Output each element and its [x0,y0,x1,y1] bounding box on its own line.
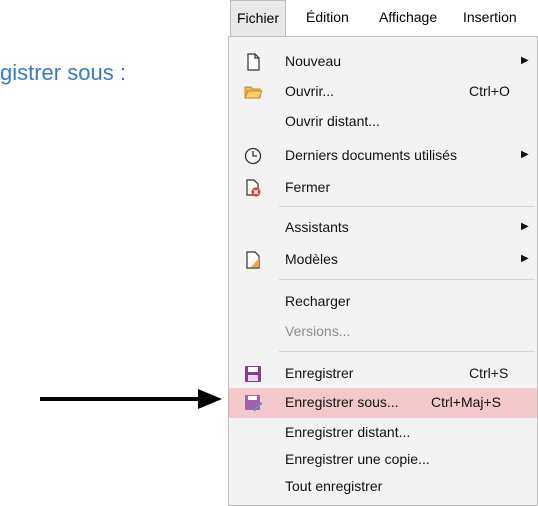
menu-item-label: Ouvrir... [285,83,335,99]
menu-item-label: Enregistrer sous... [285,394,399,410]
menu-item-label: Tout enregistrer [285,478,383,494]
submenu-arrow-icon: ▶ [521,221,529,232]
menu-item-label: Derniers documents utilisés [285,147,457,163]
menu-item-label: Recharger [285,293,351,309]
menu-item-shortcut: Ctrl+S [469,365,509,381]
menu-item-ouvrir[interactable]: Ouvrir... Ctrl+O [229,77,537,107]
menubar-affichage-label: Affichage [379,9,438,25]
menubar-affichage[interactable]: Affichage [373,0,443,35]
menu-item-derniers-documents[interactable]: Derniers documents utilisés ▶ [229,141,537,171]
menu-item-label: Enregistrer distant... [285,424,411,440]
template-icon [246,251,260,269]
menu-item-assistants[interactable]: Assistants ▶ [229,213,537,243]
submenu-arrow-icon: ▶ [521,149,529,160]
menu-item-ouvrir-distant[interactable]: Ouvrir distant... [229,107,537,137]
menubar-insertion[interactable]: Insertion [457,0,523,35]
menu-item-label: Versions... [285,323,351,339]
save-as-icon [245,395,263,412]
clock-icon [244,147,262,165]
menu-item-label: Enregistrer une copie... [285,451,430,467]
menu-item-fermer[interactable]: Fermer [229,173,537,203]
submenu-arrow-icon: ▶ [521,253,529,264]
folder-open-icon [244,86,263,99]
menu-item-label: Ouvrir distant... [285,113,380,129]
menubar-insertion-label: Insertion [463,9,517,25]
menu-item-label: Enregistrer [285,365,354,381]
menu-item-versions: Versions... [229,317,537,347]
menu-separator [279,206,535,207]
close-document-icon [246,179,261,197]
menu-item-enregistrer[interactable]: Enregistrer Ctrl+S [229,359,537,389]
file-menu-dropdown: Nouveau ▶ Ouvrir... Ctrl+O Ouvrir distan… [228,36,538,506]
menu-item-label: Modèles [285,251,338,267]
menu-item-modeles[interactable]: Modèles ▶ [229,245,537,275]
submenu-arrow-icon: ▶ [521,55,529,66]
menubar-fichier-label: Fichier [237,10,280,26]
menu-item-recharger[interactable]: Recharger [229,287,537,317]
menubar-edition-label: Édition [306,9,349,25]
menu-item-shortcut: Ctrl+O [469,83,510,99]
menu-item-shortcut: Ctrl+Maj+S [431,394,502,410]
menu-separator [279,279,535,280]
new-document-icon [247,53,260,71]
menu-item-enregistrer-distant[interactable]: Enregistrer distant... [229,418,537,448]
menu-item-enregistrer-sous[interactable]: Enregistrer sous... Ctrl+Maj+S [229,388,537,418]
menu-item-nouveau[interactable]: Nouveau ▶ [229,47,537,77]
save-icon [245,366,261,382]
menubar-fichier[interactable]: Fichier [230,0,287,37]
pointer-arrow [40,389,222,409]
menu-item-tout-enregistrer[interactable]: Tout enregistrer [229,472,537,502]
menu-item-enregistrer-copie[interactable]: Enregistrer une copie... [229,445,537,475]
menu-item-label: Fermer [285,179,331,195]
menu-bar: Fichier Édition Affichage Insertion [228,0,538,37]
menu-item-label: Nouveau [285,53,342,69]
menubar-edition[interactable]: Édition [300,0,355,35]
menu-separator [279,351,535,352]
menu-item-label: Assistants [285,219,349,235]
